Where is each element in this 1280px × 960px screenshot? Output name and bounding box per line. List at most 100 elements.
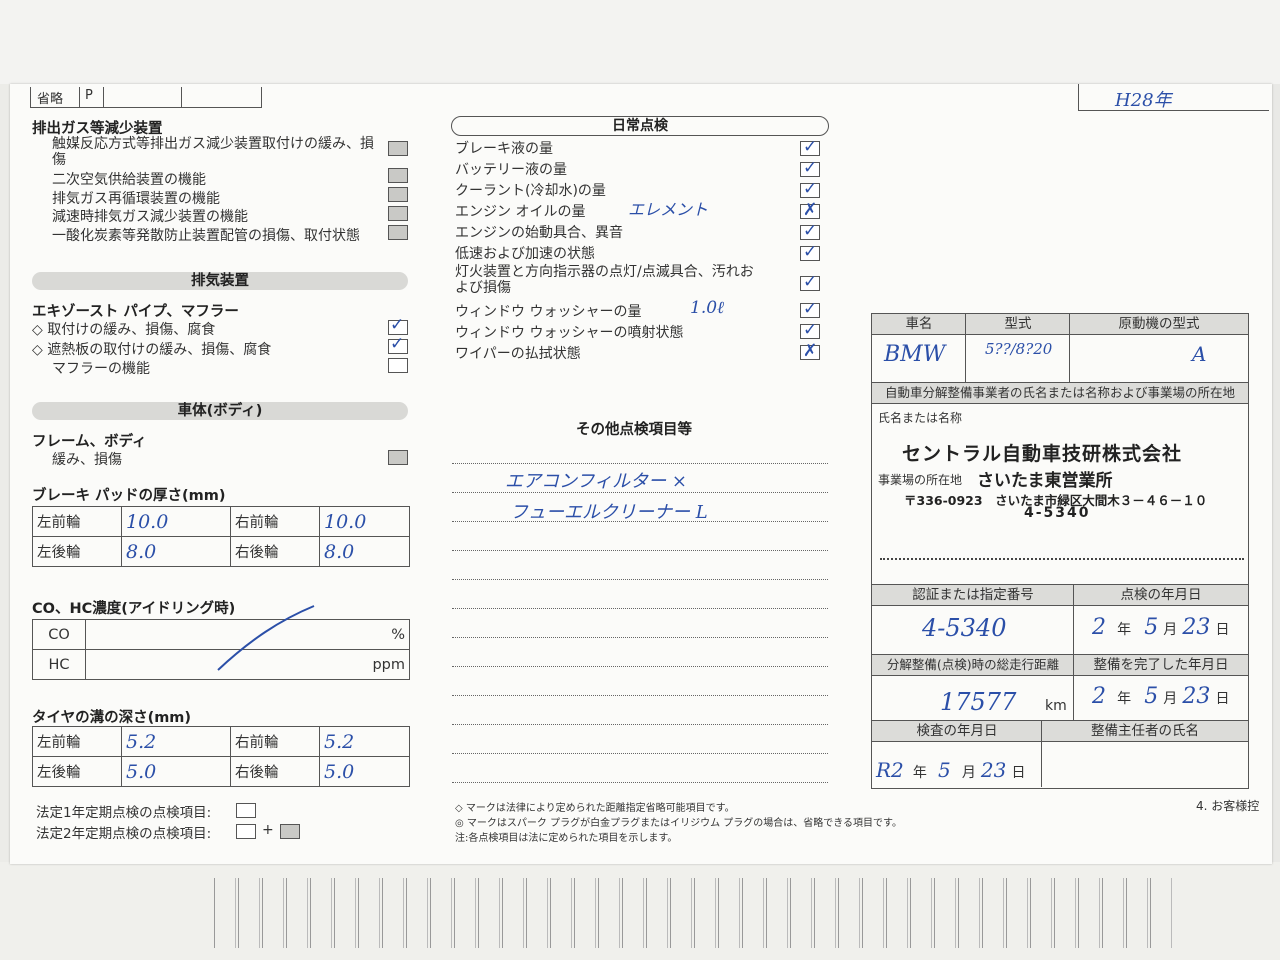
legend-two-year-grey-box (280, 824, 300, 839)
checkbox-daily-5[interactable]: ✓ (800, 223, 820, 240)
checkbox-exhaust-gas-2[interactable] (388, 168, 408, 183)
abbrev-row: 省略 P (30, 87, 262, 108)
checkbox-daily-10[interactable]: ✗ (800, 343, 820, 360)
brake-pad-title: ブレーキ パッドの厚さ(mm) (32, 488, 226, 504)
location-label: 事業場の所在地 (878, 473, 963, 487)
exhaust-system-band: 排気装置 (32, 272, 408, 290)
exhaust-system-item-1: ◇ 取付けの緩み、損傷、腐食 (32, 322, 216, 338)
body-band: 車体(ボディ) (32, 402, 408, 420)
cert-value: 4-5340 (922, 614, 1007, 642)
checkbox-daily-4[interactable]: ✗ (800, 202, 820, 219)
checkbox-daily-7[interactable]: ✓ (800, 274, 820, 291)
daily-note-washer: 1.0ℓ (690, 298, 725, 318)
exhaust-gas-item-5: 一酸化炭素等発散防止装置配管の損傷、取付状態 (52, 228, 360, 244)
checkbox-daily-1[interactable]: ✓ (800, 139, 820, 156)
branch-name: さいたま東営業所 (977, 471, 1113, 491)
checkbox-exhaust-gas-1[interactable] (388, 141, 408, 156)
check-date: R2 年 5 月 23 日 (876, 758, 1026, 782)
tire-rf-value[interactable]: 5.2 (319, 726, 410, 757)
co-hc-strike-line (217, 605, 315, 671)
brake-rf-value[interactable]: 10.0 (319, 506, 410, 537)
checkbox-daily-9[interactable]: ✓ (800, 322, 820, 339)
exhaust-gas-title: 排出ガス等減少装置 (32, 121, 163, 137)
daily-item-9: ウィンドウ ウォッシャーの噴射状態 (455, 325, 684, 341)
tire-lf-value[interactable]: 5.2 (121, 726, 231, 757)
company-name: セントラル自動車技研株式会社 (902, 443, 1183, 465)
top-right-box: H28年 (1078, 84, 1269, 111)
odometer-value: 17577 (940, 688, 1017, 716)
footnote-1: ◇ マークは法律により定められた距離指定省略可能項目です。 (455, 803, 735, 814)
tire-title: タイヤの溝の深さ(mm) (32, 710, 192, 726)
inspect-date: 2 年 5 月 23 日 (1092, 615, 1230, 640)
brake-lr-label: 左後輪 (32, 536, 122, 567)
daily-item-2: バッテリー液の量 (455, 162, 567, 178)
other-title: その他点検項目等 (576, 422, 692, 438)
checkbox-exhaust-system-1[interactable]: ✓ (388, 317, 408, 335)
complete-label: 整備を完了した年月日 (1073, 654, 1249, 676)
name-or-title-label: 氏名または名称 (878, 411, 963, 425)
checkbox-daily-8[interactable]: ✓ (800, 301, 820, 318)
footnote-2: ◎ マークはスパーク プラグが白金プラグまたはイリジウム プラグの場合は、省略で… (455, 818, 903, 829)
brake-rf-label: 右前輪 (230, 506, 320, 537)
bottom-scan-strip (0, 862, 1280, 960)
footnote-3: 注:各点検項目は法に定められた項目を示します。 (455, 833, 678, 844)
daily-item-8: ウィンドウ ウォッシャーの量 (455, 304, 642, 320)
brake-lf-value[interactable]: 10.0 (121, 506, 231, 537)
stamp-underline (880, 558, 1244, 563)
tire-lr-value[interactable]: 5.0 (121, 756, 231, 787)
check-date-label: 検査の年月日 (871, 720, 1043, 742)
phone: 4-5340 (1024, 505, 1091, 521)
tire-lf-label: 左前輪 (32, 726, 122, 757)
hc-label: HC (32, 649, 86, 680)
body-item: 緩み、損傷 (52, 452, 122, 468)
inspect-date-label: 点検の年月日 (1073, 584, 1249, 606)
exhaust-gas-item-2: 二次空気供給装置の機能 (52, 172, 206, 188)
daily-note-oil: エレメント (628, 200, 709, 219)
checkbox-daily-6[interactable]: ✓ (800, 244, 820, 261)
cert-label: 認証または指定番号 (871, 584, 1075, 606)
daily-item-6: 低速および加速の状態 (455, 246, 595, 262)
daily-item-3: クーラント(冷却水)の量 (455, 183, 606, 199)
other-line-1: エアコンフィルター × (505, 471, 687, 492)
co-label: CO (32, 619, 86, 650)
checkbox-exhaust-gas-5[interactable] (388, 225, 408, 240)
exhaust-gas-item-4: 減速時排気ガス減少装置の機能 (52, 209, 248, 225)
tire-rr-value[interactable]: 5.0 (319, 756, 410, 787)
business-label: 自動車分解整備事業者の氏名または名称および事業場の所在地 (871, 382, 1249, 404)
brake-rr-value[interactable]: 8.0 (319, 536, 410, 567)
daily-band: 日常点検 (451, 116, 829, 136)
daily-item-7: 灯火装置と方向指示器の点灯/点滅具合、汚れおよび損傷 (455, 264, 754, 296)
vehicle-name: BMW (884, 342, 946, 367)
top-scan-strip (0, 0, 1280, 84)
body-title: フレーム、ボディ (32, 434, 147, 450)
daily-item-1: ブレーキ液の量 (455, 141, 553, 157)
page-note: 4. お客様控 (1196, 799, 1260, 813)
checkbox-daily-3[interactable]: ✓ (800, 181, 820, 198)
other-line-2: フューエルクリーナー L (510, 502, 708, 523)
daily-item-10: ワイパーの払拭状態 (455, 346, 581, 362)
daily-item-5: エンジンの始動具合、異音 (455, 225, 623, 241)
brake-lf-label: 左前輪 (32, 506, 122, 537)
checkbox-daily-2[interactable]: ✓ (800, 160, 820, 177)
brake-lr-value[interactable]: 8.0 (121, 536, 231, 567)
exhaust-gas-item-3: 排気ガス再循環装置の機能 (52, 191, 220, 207)
exhaust-gas-item-1: 触媒反応方式等排出ガス減少装置取付けの緩み、損傷 (52, 136, 374, 168)
date-note: H28年 (1115, 90, 1172, 111)
tire-rf-label: 右前輪 (230, 726, 320, 757)
tire-lr-label: 左後輪 (32, 756, 122, 787)
complete-date: 2 年 5 月 23 日 (1092, 684, 1230, 709)
legend-one-year-box (236, 803, 256, 818)
vehicle-name-label: 車名 (871, 313, 967, 335)
exhaust-system-item-3: マフラーの機能 (52, 361, 150, 377)
abbrev-label: 省略 (37, 92, 64, 107)
abbrev-value: P (85, 88, 93, 103)
legend-plus: + (262, 822, 274, 838)
checkbox-exhaust-system-2[interactable]: ✓ (388, 336, 408, 354)
brake-pad-table: 左前輪 10.0 右前輪 10.0 左後輪 8.0 右後輪 8.0 (32, 506, 410, 567)
checkbox-body[interactable] (388, 450, 408, 465)
checkbox-exhaust-gas-3[interactable] (388, 187, 408, 202)
checkbox-exhaust-gas-4[interactable] (388, 206, 408, 221)
vehicle-model-label: 型式 (965, 313, 1071, 335)
vehicle-engine-label: 原動機の型式 (1069, 313, 1249, 335)
checkbox-exhaust-system-3[interactable] (388, 358, 408, 373)
